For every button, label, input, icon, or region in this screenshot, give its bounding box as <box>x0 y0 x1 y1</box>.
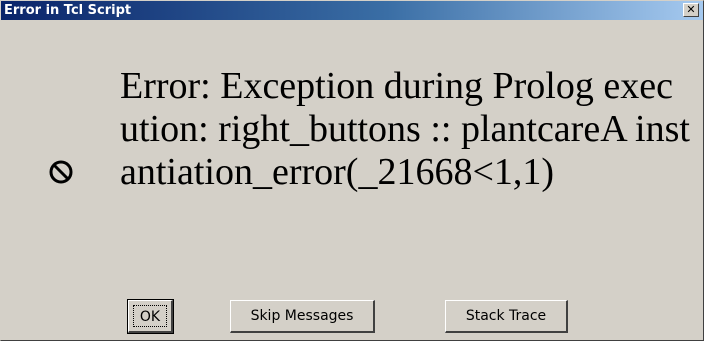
skip-messages-button[interactable]: Skip Messages <box>230 300 375 333</box>
close-icon: ✕ <box>686 3 696 16</box>
ok-button-label: OK <box>133 305 167 327</box>
error-message: Error: Exception during Prolog execution… <box>120 65 690 193</box>
stack-trace-button[interactable]: Stack Trace <box>445 300 568 333</box>
error-stop-icon <box>49 160 73 184</box>
window-title: Error in Tcl Script <box>4 3 132 18</box>
error-dialog: Error in Tcl Script ✕ Error: Exception d… <box>0 0 704 341</box>
close-button[interactable]: ✕ <box>683 3 699 17</box>
title-bar[interactable]: Error in Tcl Script ✕ <box>1 1 703 20</box>
ok-button[interactable]: OK <box>127 299 174 334</box>
